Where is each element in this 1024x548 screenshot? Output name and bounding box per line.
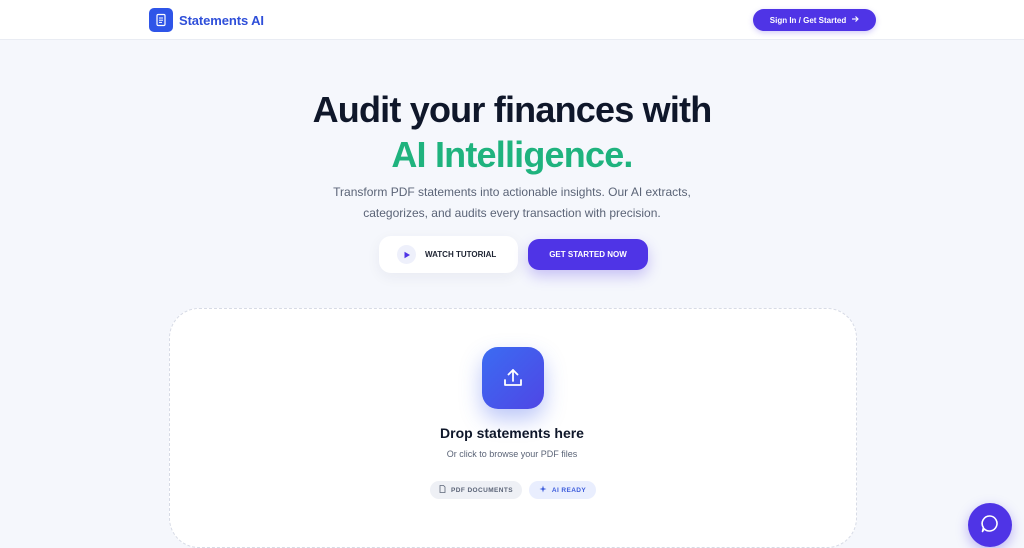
get-started-label: GET STARTED NOW [549, 250, 627, 259]
chat-bubble-icon [980, 514, 1000, 537]
sparkle-icon [539, 485, 547, 495]
hero-subtitle-line-1: Transform PDF statements into actionable… [333, 185, 691, 199]
hero-title-highlight: AI Intelligence. [391, 134, 633, 175]
brand-name: Statements AI [179, 12, 264, 28]
play-icon [397, 245, 416, 264]
hero-title: Audit your finances with [312, 89, 713, 130]
arrow-right-icon [851, 15, 859, 25]
document-icon [149, 8, 173, 32]
sign-in-label: Sign In / Get Started [769, 15, 847, 25]
dropzone-subtitle: Or click to browse your PDF files [446, 449, 578, 459]
watch-tutorial-button[interactable]: WATCH TUTORIAL [379, 236, 518, 273]
brand-logo[interactable]: Statements AI [149, 8, 264, 32]
top-navbar: Statements AI Sign In / Get Started [0, 0, 1024, 40]
upload-icon[interactable] [482, 347, 544, 409]
dropzone-title: Drop statements here [440, 425, 584, 441]
ai-ready-badge: AI READY [529, 481, 596, 499]
pdf-documents-label: PDF DOCUMENTS [451, 486, 513, 494]
file-icon [439, 485, 446, 495]
sign-in-button[interactable]: Sign In / Get Started [753, 9, 876, 31]
get-started-button[interactable]: GET STARTED NOW [528, 239, 648, 270]
chat-button[interactable] [968, 503, 1012, 547]
ai-ready-label: AI READY [551, 486, 587, 494]
pdf-documents-badge: PDF DOCUMENTS [430, 481, 522, 499]
hero-subtitle: Transform PDF statements into actionable… [262, 182, 762, 224]
watch-tutorial-label: WATCH TUTORIAL [425, 250, 497, 259]
hero-subtitle-line-2: categorizes, and audits every transactio… [363, 206, 661, 220]
